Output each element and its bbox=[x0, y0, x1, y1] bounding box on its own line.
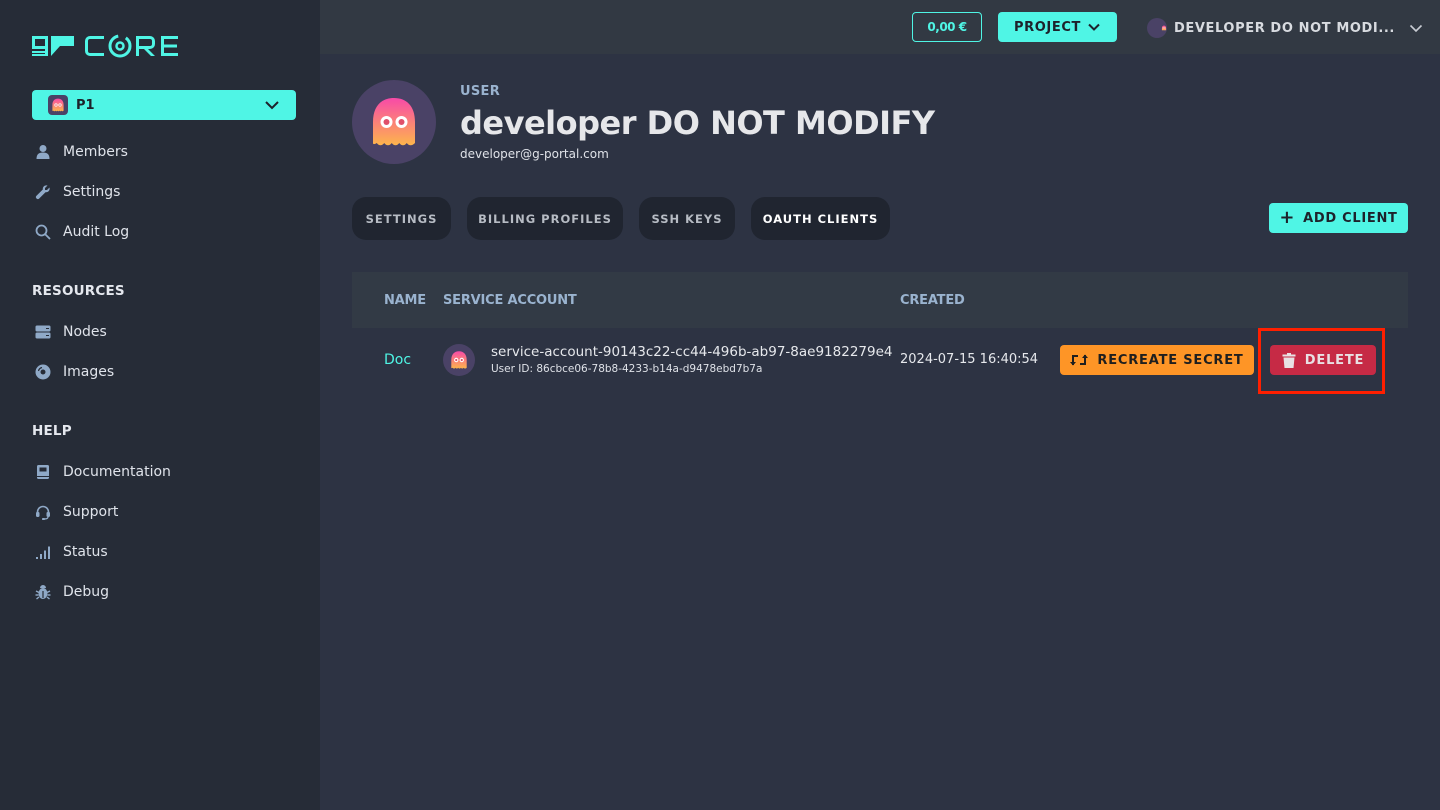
bug-icon bbox=[34, 583, 52, 601]
service-account-name: service-account-90143c22-cc44-496b-ab97-… bbox=[491, 344, 893, 360]
signal-icon bbox=[34, 543, 52, 561]
user-avatar bbox=[352, 80, 436, 164]
delete-button[interactable]: DELETE bbox=[1270, 345, 1376, 375]
delete-label: DELETE bbox=[1304, 352, 1365, 368]
sidebar: P1 Members Settings Audit Log RESOURCES … bbox=[0, 0, 320, 810]
user-email: developer@g-portal.com bbox=[460, 147, 609, 161]
user-menu-label: DEVELOPER DO NOT MODI... bbox=[1174, 20, 1395, 36]
user-icon bbox=[34, 143, 52, 161]
page-title: developer DO NOT MODIFY bbox=[460, 104, 935, 142]
project-avatar bbox=[48, 95, 68, 115]
section-heading-resources: RESOURCES bbox=[32, 283, 125, 299]
service-account-avatar bbox=[443, 344, 475, 376]
recreate-secret-button[interactable]: RECREATE SECRET bbox=[1060, 345, 1254, 375]
sidebar-item-nodes[interactable]: Nodes bbox=[34, 320, 107, 344]
chevron-down-icon bbox=[1088, 23, 1100, 31]
search-icon bbox=[34, 223, 52, 241]
disc-icon bbox=[34, 363, 52, 381]
sidebar-item-debug[interactable]: Debug bbox=[34, 580, 109, 604]
section-heading-help: HELP bbox=[32, 423, 72, 439]
plus-icon: + bbox=[1279, 206, 1296, 228]
created-timestamp: 2024-07-15 16:40:54 bbox=[900, 352, 1039, 367]
tab-oauth-clients[interactable]: OAUTH CLIENTS bbox=[751, 197, 890, 240]
table-header: NAME SERVICE ACCOUNT CREATED bbox=[352, 272, 1408, 328]
refresh-icon bbox=[1070, 354, 1089, 366]
column-header-service-account[interactable]: SERVICE ACCOUNT bbox=[443, 293, 577, 308]
project-selector[interactable]: P1 bbox=[32, 90, 296, 120]
service-account-user-id: User ID: 86cbce06-78b8-4233-b14a-d9478eb… bbox=[491, 363, 763, 375]
sidebar-item-images[interactable]: Images bbox=[34, 360, 114, 384]
sidebar-item-documentation[interactable]: Documentation bbox=[34, 460, 171, 484]
gcore-logo[interactable] bbox=[32, 32, 194, 60]
client-name-link[interactable]: Doc bbox=[384, 352, 411, 368]
sidebar-item-settings[interactable]: Settings bbox=[34, 180, 120, 204]
sidebar-item-status[interactable]: Status bbox=[34, 540, 108, 564]
table-row: Doc service-account-90143c22-cc44-496b-a… bbox=[352, 328, 1408, 394]
chevron-down-icon bbox=[265, 101, 279, 110]
sidebar-item-audit-log[interactable]: Audit Log bbox=[34, 220, 129, 244]
column-header-name[interactable]: NAME bbox=[384, 293, 426, 308]
sidebar-item-members[interactable]: Members bbox=[34, 140, 128, 164]
balance-badge[interactable]: 0,00 € bbox=[912, 12, 982, 42]
tab-billing-profiles[interactable]: BILLING PROFILES bbox=[467, 197, 623, 240]
trash-icon bbox=[1282, 352, 1296, 368]
book-icon bbox=[34, 463, 52, 481]
add-client-button[interactable]: + ADD CLIENT bbox=[1269, 203, 1408, 233]
user-avatar-small bbox=[1147, 18, 1167, 38]
tab-settings[interactable]: SETTINGS bbox=[352, 197, 451, 240]
page-subtitle: USER bbox=[460, 84, 501, 99]
server-icon bbox=[34, 323, 52, 341]
project-menu-label: PROJECT bbox=[1014, 19, 1081, 35]
tab-ssh-keys[interactable]: SSH KEYS bbox=[639, 197, 735, 240]
wrench-icon bbox=[34, 183, 52, 201]
sidebar-item-support[interactable]: Support bbox=[34, 500, 118, 524]
add-client-label: ADD CLIENT bbox=[1303, 210, 1398, 226]
recreate-secret-label: RECREATE SECRET bbox=[1097, 352, 1244, 368]
headset-icon bbox=[34, 503, 52, 521]
chevron-down-icon bbox=[1409, 24, 1423, 33]
project-name: P1 bbox=[76, 97, 95, 113]
user-menu[interactable]: DEVELOPER DO NOT MODI... bbox=[1147, 14, 1423, 42]
column-header-created[interactable]: CREATED bbox=[900, 293, 965, 308]
project-menu-button[interactable]: PROJECT bbox=[998, 12, 1117, 42]
